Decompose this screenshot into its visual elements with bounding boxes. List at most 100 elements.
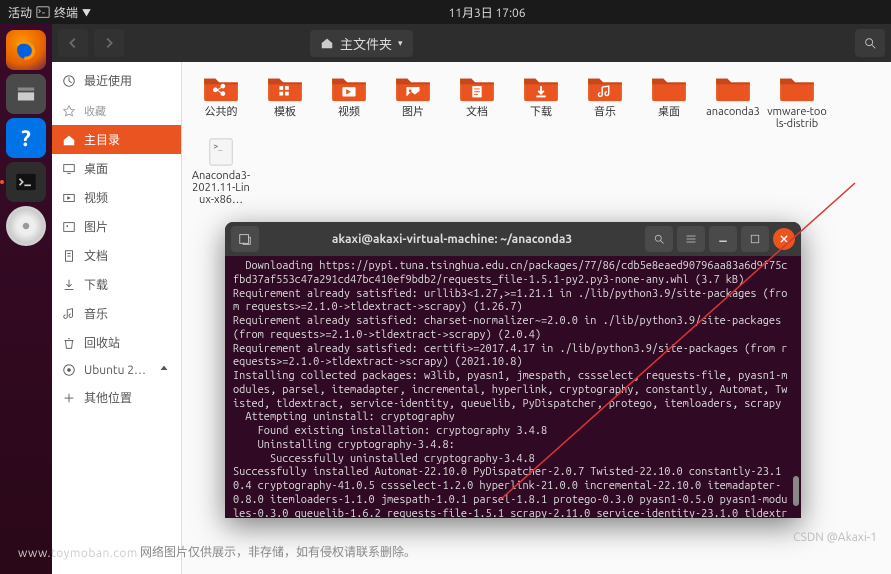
dock-help[interactable]: ? (6, 118, 46, 158)
terminal-maximize-button[interactable] (741, 226, 769, 252)
terminal-scrollbar-thumb[interactable] (793, 476, 799, 507)
file-name-label: 音乐 (594, 106, 616, 118)
datetime-label[interactable]: 11月3日 17:06 (91, 4, 883, 21)
footnote-text: 网络图片仅供展示，非存储，如有侵权请联系删除。 (140, 543, 416, 560)
home-icon (62, 133, 76, 147)
sidebar-item-music[interactable]: 音乐 (52, 299, 181, 328)
doc-icon (62, 249, 76, 263)
sidebar-item-label: 最近使用 (84, 72, 132, 89)
file-item[interactable]: vmware-tools-distrib (766, 72, 828, 130)
clock-icon (62, 74, 76, 88)
sidebar-item-label: 下载 (84, 276, 108, 293)
sidebar-item-star: 收藏 (52, 95, 181, 125)
file-icon-graphic (521, 72, 561, 104)
terminal-close-button[interactable] (773, 228, 795, 250)
sidebar-item-home[interactable]: 主目录 (52, 125, 181, 154)
dock-files[interactable] (6, 74, 46, 114)
sidebar-item-doc[interactable]: 文档 (52, 241, 181, 270)
file-name-label: 图片 (402, 106, 424, 118)
music-icon (62, 307, 76, 321)
gnome-topbar: 活动 终端 ▼ 11月3日 17:06 (0, 0, 891, 24)
path-label: 主文件夹 (340, 34, 392, 53)
nautilus-toolbar: 主文件夹 ▾ (52, 24, 891, 62)
sidebar-item-image[interactable]: 图片 (52, 212, 181, 241)
eject-icon[interactable] (157, 363, 171, 377)
path-bar[interactable]: 主文件夹 ▾ (310, 30, 413, 57)
sidebar-item-plus[interactable]: 其他位置 (52, 383, 181, 412)
download-icon (62, 278, 76, 292)
video-icon (62, 191, 76, 205)
file-item[interactable]: 公共的 (190, 72, 252, 130)
terminal-minimize-button[interactable] (709, 226, 737, 252)
nav-forward-button[interactable] (94, 29, 124, 57)
file-item[interactable]: 文档 (446, 72, 508, 130)
file-item[interactable]: 模板 (254, 72, 316, 130)
sidebar-item-label: 回收站 (84, 334, 120, 351)
activities-button[interactable]: 活动 (8, 4, 32, 21)
file-name-label: Anaconda3-2021.11-Linux-x86… (190, 170, 252, 206)
sidebar-item-download[interactable]: 下载 (52, 270, 181, 299)
app-menu-chevron[interactable]: ▼ (82, 6, 91, 19)
ubuntu-dock: ? (0, 24, 52, 574)
sidebar-item-disc[interactable]: Ubuntu 20.0… (52, 357, 181, 383)
watermark-toymoban: www.toymoban.com (18, 547, 138, 560)
disc-icon (62, 363, 76, 377)
dock-dvd[interactable] (6, 206, 46, 246)
file-name-label: 下载 (530, 106, 552, 118)
file-name-label: 文档 (466, 106, 488, 118)
sidebar-item-label: 其他位置 (84, 389, 132, 406)
terminal-titlebar[interactable]: akaxi@akaxi-virtual-machine: ~/anaconda3 (225, 222, 801, 256)
file-item[interactable]: 音乐 (574, 72, 636, 130)
file-name-label: 公共的 (205, 106, 238, 118)
svg-text:>_: >_ (214, 142, 224, 151)
file-icon-graphic: >_ (201, 136, 241, 168)
file-icon-graphic (457, 72, 497, 104)
file-name-label: 视频 (338, 106, 360, 118)
sidebar-item-video[interactable]: 视频 (52, 183, 181, 212)
file-item[interactable]: 桌面 (638, 72, 700, 130)
terminal-menu-button[interactable] (677, 226, 705, 252)
home-icon (320, 36, 334, 50)
app-name-label: 终端 (54, 4, 78, 21)
file-item[interactable]: >_ Anaconda3-2021.11-Linux-x86… (190, 136, 252, 206)
path-dropdown-icon: ▾ (398, 38, 403, 49)
star-icon (62, 104, 76, 118)
terminal-scrollbar[interactable] (791, 258, 799, 514)
watermark-csdn: CSDN @Akaxi-1 (793, 531, 877, 544)
image-icon (62, 220, 76, 234)
file-name-label: 桌面 (658, 106, 680, 118)
terminal-new-tab-button[interactable] (231, 226, 259, 252)
sidebar-item-label: 音乐 (84, 305, 108, 322)
sidebar-item-label: Ubuntu 20.0… (84, 364, 149, 377)
file-icon-graphic (201, 72, 241, 104)
file-icon-graphic (777, 72, 817, 104)
sidebar-item-trash[interactable]: 回收站 (52, 328, 181, 357)
file-name-label: anaconda3 (706, 106, 760, 118)
dock-firefox[interactable] (6, 30, 46, 70)
terminal-app-icon (36, 5, 50, 19)
sidebar-item-label: 收藏 (84, 103, 106, 119)
terminal-window: akaxi@akaxi-virtual-machine: ~/anaconda3… (225, 222, 801, 518)
dock-terminal[interactable] (6, 162, 46, 202)
sidebar-item-clock[interactable]: 最近使用 (52, 66, 181, 95)
file-icon-graphic (649, 72, 689, 104)
sidebar-item-label: 桌面 (84, 160, 108, 177)
file-item[interactable]: 视频 (318, 72, 380, 130)
terminal-search-button[interactable] (645, 226, 673, 252)
sidebar-item-desktop[interactable]: 桌面 (52, 154, 181, 183)
file-item[interactable]: 图片 (382, 72, 444, 130)
file-icon-graphic (329, 72, 369, 104)
sidebar-item-label: 文档 (84, 247, 108, 264)
desktop-icon (62, 162, 76, 176)
nav-back-button[interactable] (58, 29, 88, 57)
file-icon-graphic (585, 72, 625, 104)
trash-icon (62, 336, 76, 350)
sidebar-item-label: 主目录 (84, 131, 120, 148)
plus-icon (62, 391, 76, 405)
terminal-body[interactable]: Downloading https://pypi.tuna.tsinghua.e… (225, 256, 801, 518)
search-button[interactable] (855, 29, 885, 57)
file-icon-graphic (713, 72, 753, 104)
file-item[interactable]: 下载 (510, 72, 572, 130)
file-name-label: 模板 (274, 106, 296, 118)
file-item[interactable]: anaconda3 (702, 72, 764, 130)
